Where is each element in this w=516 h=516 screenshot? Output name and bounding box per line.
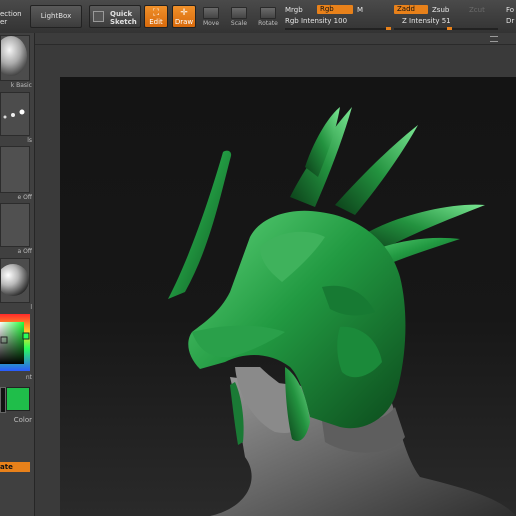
canvas-viewport[interactable] bbox=[60, 77, 516, 516]
gradient-label: nt bbox=[25, 374, 32, 381]
helmet-antenna bbox=[168, 150, 232, 299]
focal-shift-slider[interactable]: Fo bbox=[506, 6, 514, 14]
rgb-button[interactable]: Rgb bbox=[317, 5, 353, 14]
draw-icon: ✛ bbox=[180, 8, 188, 18]
draw-size-label: Dr bbox=[506, 17, 515, 25]
left-tool-panel: k Basic ls e Off a Off l nt Color ate bbox=[0, 33, 35, 516]
sculpt-render bbox=[168, 107, 516, 516]
draw-button[interactable]: ✛ Draw bbox=[172, 5, 196, 28]
alpha-thumbnail[interactable] bbox=[0, 203, 30, 247]
move-button[interactable]: Move bbox=[200, 7, 222, 27]
draw-size-slider[interactable]: Dr bbox=[506, 17, 514, 25]
material-sphere-icon bbox=[0, 36, 27, 76]
zsub-label: Zsub bbox=[432, 6, 450, 14]
rgb-label: Rgb bbox=[320, 5, 334, 13]
menu-grip-icon[interactable] bbox=[490, 36, 498, 42]
lightbox-label: LightBox bbox=[40, 12, 72, 20]
edit-icon: ⛶ bbox=[152, 8, 160, 18]
zadd-label: Zadd bbox=[397, 5, 415, 13]
z-intensity-track[interactable] bbox=[394, 28, 498, 30]
edit-label: Edit bbox=[149, 18, 163, 26]
quick-sketch-label: Quick Sketch bbox=[110, 10, 137, 26]
material-thumbnail[interactable] bbox=[0, 35, 30, 81]
z-intensity-label: Z Intensity 51 bbox=[402, 17, 451, 25]
scale-label: Scale bbox=[230, 20, 248, 27]
m-label: M bbox=[357, 6, 364, 14]
move-label: Move bbox=[202, 20, 220, 27]
texture-off-label: e Off bbox=[17, 194, 32, 201]
matcap-label: l bbox=[30, 304, 32, 311]
texture-thumbnail[interactable] bbox=[0, 146, 30, 193]
z-intensity-slider[interactable]: Z Intensity 51 bbox=[402, 17, 451, 25]
top-toolbar: ection er LightBox Quick Sketch ⛶ Edit ✛… bbox=[0, 0, 516, 34]
focal-shift-label: Fo bbox=[506, 6, 515, 14]
matcap-thumbnail[interactable] bbox=[0, 258, 30, 303]
m-button[interactable]: M bbox=[357, 6, 363, 14]
main-color-swatch[interactable] bbox=[6, 387, 30, 411]
switch-color-button[interactable]: ate bbox=[0, 462, 30, 472]
lightbox-button[interactable]: LightBox bbox=[30, 5, 82, 28]
color-gradient-square bbox=[0, 314, 30, 371]
rgb-intensity-track[interactable] bbox=[285, 28, 391, 30]
switch-color-label: ate bbox=[0, 463, 13, 471]
zcut-label: Zcut bbox=[469, 6, 485, 14]
mrgb-label: Mrgb bbox=[285, 6, 303, 14]
rgb-intensity-label: Rgb Intensity 100 bbox=[285, 17, 348, 25]
z-intensity-knob[interactable] bbox=[447, 27, 453, 30]
zcut-button[interactable]: Zcut bbox=[469, 6, 485, 14]
edit-button[interactable]: ⛶ Edit bbox=[144, 5, 168, 28]
rotate-label: Rotate bbox=[258, 20, 278, 27]
stroke-label: ls bbox=[27, 137, 32, 144]
projection-master-sublabel: er bbox=[0, 18, 8, 26]
color-picker[interactable] bbox=[0, 314, 30, 371]
rgb-intensity-knob[interactable] bbox=[386, 27, 391, 30]
quick-sketch-button[interactable]: Quick Sketch bbox=[89, 5, 141, 28]
stroke-thumbnail[interactable] bbox=[0, 92, 30, 136]
zsub-button[interactable]: Zsub bbox=[432, 6, 449, 14]
projection-master-label: ection bbox=[0, 10, 22, 18]
helmet-model[interactable] bbox=[188, 210, 406, 445]
rotate-icon bbox=[260, 7, 276, 19]
material-label: k Basic bbox=[10, 82, 32, 89]
matcap-sphere-icon bbox=[0, 264, 29, 296]
color-label: Color bbox=[13, 416, 32, 424]
scale-button[interactable]: Scale bbox=[228, 7, 250, 27]
quick-sketch-icon bbox=[93, 11, 104, 22]
dots-stroke-icon bbox=[3, 109, 25, 119]
mrgb-button[interactable]: Mrgb bbox=[285, 6, 303, 14]
alpha-off-label: a Off bbox=[17, 248, 32, 255]
scale-icon bbox=[231, 7, 247, 19]
canvas-top-bar bbox=[35, 33, 516, 45]
projection-master-button[interactable]: ection er bbox=[0, 10, 22, 26]
rgb-intensity-slider[interactable]: Rgb Intensity 100 bbox=[285, 17, 347, 25]
zadd-button[interactable]: Zadd bbox=[394, 5, 428, 14]
move-icon bbox=[203, 7, 219, 19]
rotate-button[interactable]: Rotate bbox=[257, 7, 279, 27]
draw-label: Draw bbox=[174, 18, 194, 26]
